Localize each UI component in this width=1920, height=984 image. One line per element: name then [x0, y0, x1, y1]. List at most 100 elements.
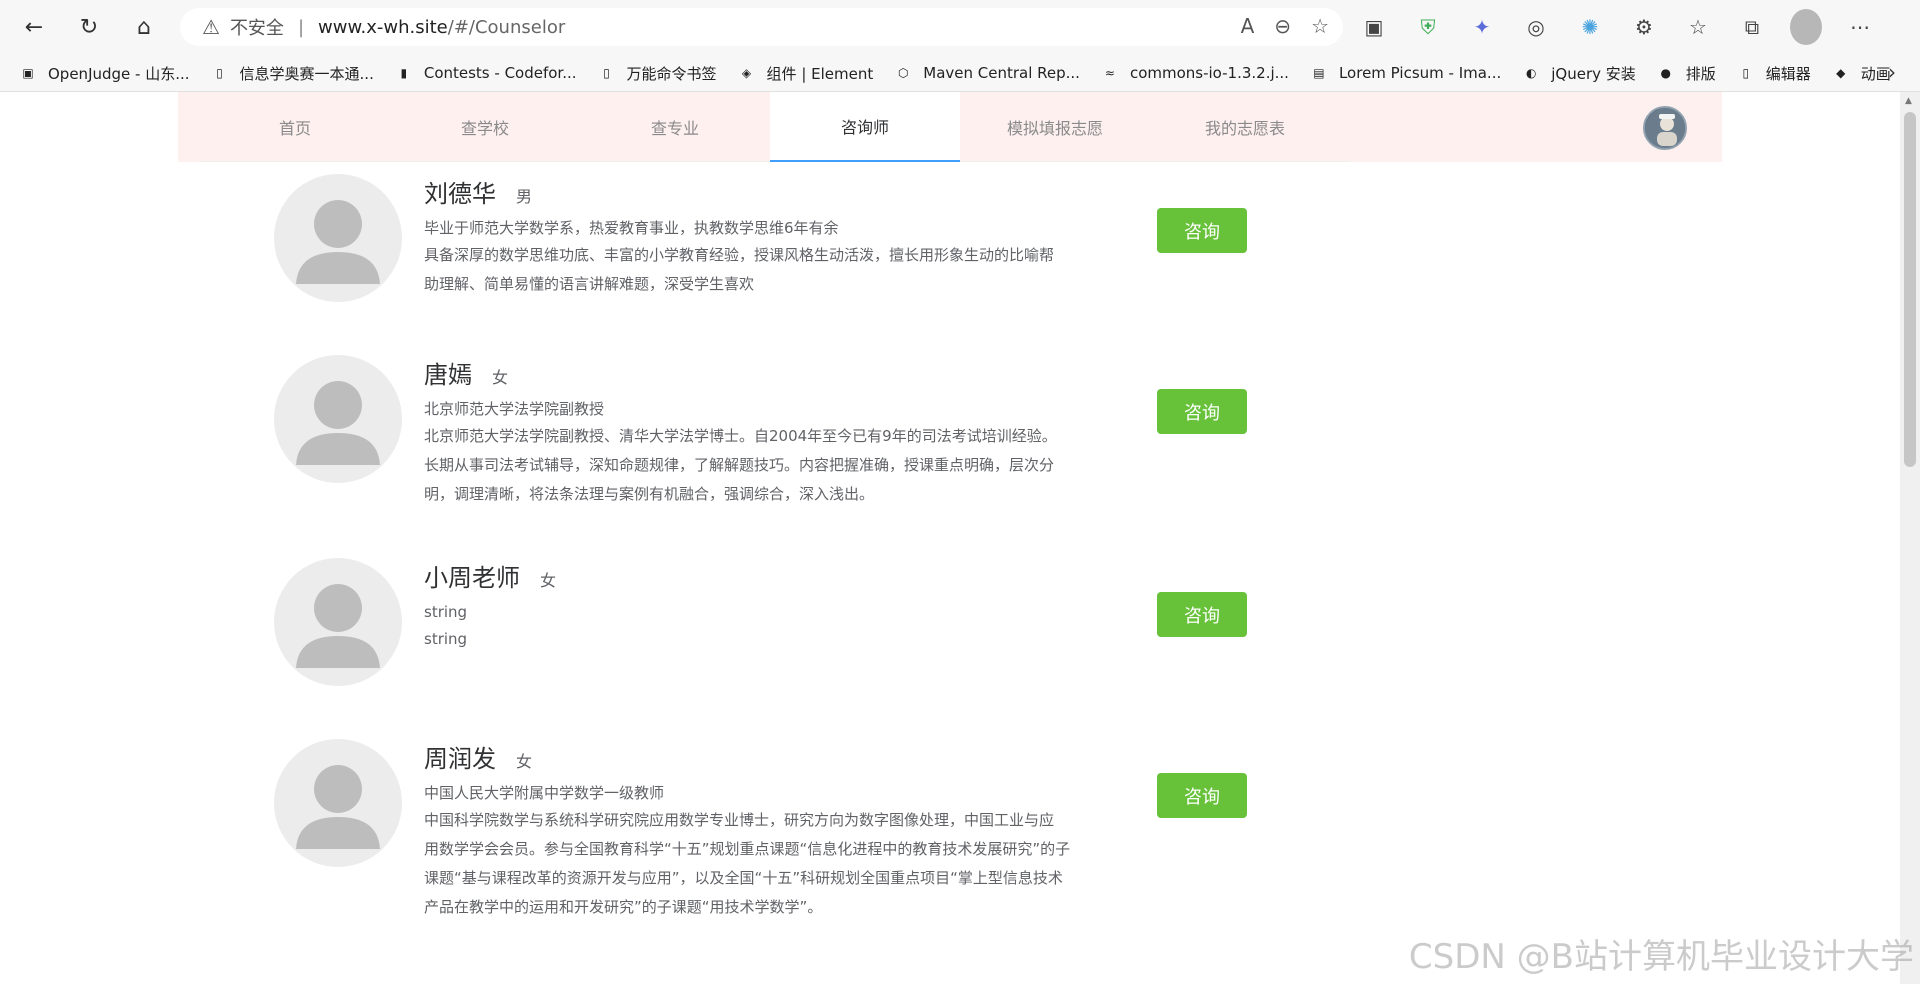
page-icon: ▯: [1742, 66, 1750, 80]
home-icon[interactable]: ⌂: [126, 9, 162, 45]
avatar-placeholder-icon: [274, 174, 402, 302]
extension-icon[interactable]: ✺: [1574, 9, 1606, 45]
chevron-right-icon[interactable]: ›: [1888, 60, 1896, 84]
counselor-description: 北京师范大学法学院副教授、清华大学法学博士。自2004年至今已有9年的司法考试培…: [424, 422, 1104, 509]
name-row: 唐嫣 女: [424, 355, 1104, 390]
nav-menu: 首页 查学校 查专业 咨询师 模拟填报志愿 我的志愿表: [200, 92, 1350, 162]
bookmark-label: Contests - Codefor...: [423, 64, 577, 82]
nav-item-0[interactable]: 首页: [200, 92, 390, 162]
bookmark-item[interactable]: ⬡ Maven Central Rep...: [893, 64, 1080, 82]
browser-toolbar: ← ↻ ⌂ ⚠ 不安全 | www.x-wh.site/#/Counselor …: [0, 0, 1920, 54]
image-icon: ▤: [1313, 66, 1325, 80]
description-line: 用数学学会会员。参与全国教育科学“十五”规划重点课题“信息化进程中的教育技术发展…: [424, 840, 1071, 858]
bookmark-label: 万能命令书签: [626, 64, 717, 83]
url-path: /#/Counselor: [447, 16, 566, 38]
page-icon: ▯: [603, 66, 610, 80]
counselor-gender: 男: [516, 187, 533, 206]
scroll-up-icon[interactable]: ▲: [1905, 96, 1912, 106]
bookmark-item[interactable]: ● 排版: [1656, 63, 1716, 84]
bookmark-label: OpenJudge - 山东...: [48, 64, 190, 83]
puzzle-icon[interactable]: ⚙: [1628, 9, 1660, 45]
bookmark-item[interactable]: ◈ 组件 | Element: [737, 63, 874, 84]
bookmark-label: 组件 | Element: [766, 64, 874, 83]
consult-button[interactable]: 咨询: [1157, 592, 1247, 637]
consult-button[interactable]: 咨询: [1157, 773, 1247, 818]
github-icon: ●: [1660, 66, 1671, 80]
description-line: 产品在教学中的运用和开发研究”的子课题“用技术学数学”。: [424, 898, 823, 916]
back-icon[interactable]: ←: [16, 9, 52, 45]
nav-item-1[interactable]: 查学校: [390, 92, 580, 162]
bookmark-label: 信息学奥赛一本通...: [239, 64, 374, 83]
url-text[interactable]: www.x-wh.site/#/Counselor: [318, 17, 565, 38]
bookmark-label: 编辑器: [1765, 64, 1811, 83]
counselor-title: 毕业于师范大学数学系，热爱教育事业，执教数学思维6年有余: [424, 219, 839, 237]
bookmark-label: 排版: [1685, 64, 1716, 83]
name-row: 刘德华 男: [424, 174, 1104, 209]
description-line: 助理解、简单易懂的语言讲解难题，深受学生喜欢: [424, 275, 755, 293]
description-line: 中国科学院数学与系统科学研究院应用数学专业博士，研究方向为数字图像处理，中国工业…: [424, 811, 1055, 829]
address-actions: A ⊖ ☆: [1241, 14, 1329, 38]
commons-icon: ≈: [1104, 66, 1115, 80]
consult-button[interactable]: 咨询: [1157, 208, 1247, 253]
nav-item-5[interactable]: 我的志愿表: [1150, 92, 1340, 162]
browser-chrome: ← ↻ ⌂ ⚠ 不安全 | www.x-wh.site/#/Counselor …: [0, 0, 1920, 92]
avatar-placeholder-icon: [274, 355, 402, 483]
counselor-description: 具备深厚的数学思维功底、丰富的小学教育经验，授课风格生动活泼，擅长用形象生动的比…: [424, 241, 1104, 299]
insecure-label: 不安全: [229, 18, 284, 39]
bookmark-item[interactable]: ◐ jQuery 安装: [1521, 63, 1636, 84]
nav-item-2[interactable]: 查专业: [580, 92, 770, 162]
animation-icon: ◆: [1836, 66, 1846, 80]
extension-icon[interactable]: ✦: [1466, 9, 1498, 45]
bookmark-item[interactable]: ≈ commons-io-1.3.2.j...: [1100, 64, 1289, 82]
counselor-name: 唐嫣: [424, 361, 472, 389]
bookmark-label: Maven Central Rep...: [923, 64, 1080, 82]
avatar-placeholder-icon: [274, 739, 402, 867]
page-icon: ▯: [216, 66, 223, 80]
bookmark-item[interactable]: ▮ Contests - Codefor...: [394, 64, 577, 82]
extension-icon[interactable]: ▣: [1358, 9, 1390, 45]
name-row: 小周老师 女: [424, 558, 1104, 593]
counselor-gender: 女: [516, 752, 533, 771]
add-favorite-icon[interactable]: ☆: [1311, 14, 1329, 38]
consult-button[interactable]: 咨询: [1157, 389, 1247, 434]
counselor-info: 唐嫣 女北京师范大学法学院副教授北京师范大学法学院副教授、清华大学法学博士。自20…: [424, 355, 1104, 509]
warning-icon: ⚠: [202, 15, 220, 39]
counselor-gender: 女: [492, 368, 509, 387]
counselor-description: string: [424, 625, 1104, 654]
refresh-icon[interactable]: ↻: [71, 9, 107, 45]
poj-icon: ▣: [22, 66, 34, 80]
collections-icon[interactable]: ⧉: [1736, 9, 1768, 45]
counselor-description: 中国科学院数学与系统科学研究院应用数学专业博士，研究方向为数字图像处理，中国工业…: [424, 806, 1104, 922]
address-bar[interactable]: ⚠ 不安全 | www.x-wh.site/#/Counselor A ⊖ ☆: [180, 8, 1343, 46]
nav-item-4[interactable]: 模拟填报志愿: [960, 92, 1150, 162]
codeforces-icon: ▮: [400, 66, 408, 80]
extension-icon[interactable]: ◎: [1520, 9, 1552, 45]
counselor-title: 中国人民大学附属中学数学一级教师: [424, 784, 665, 802]
bookmark-item[interactable]: ▣ OpenJudge - 山东...: [18, 63, 190, 84]
scrollbar-thumb[interactable]: [1904, 112, 1916, 467]
extensions-bar: ▣ ⛨ ✦ ◎ ✺ ⚙ ☆ ⧉ ⋯: [1358, 9, 1876, 45]
more-icon[interactable]: ⋯: [1844, 9, 1876, 45]
favorites-icon[interactable]: ☆: [1682, 9, 1714, 45]
counselor-title: string: [424, 603, 468, 621]
read-aloud-icon[interactable]: A: [1241, 14, 1255, 38]
description-line: 北京师范大学法学院副教授、清华大学法学博士。自2004年至今已有9年的司法考试培…: [424, 427, 1057, 445]
bookmark-item[interactable]: ▯ 信息学奥赛一本通...: [210, 63, 374, 84]
shield-icon[interactable]: ⛨: [1412, 9, 1444, 45]
counselor-info: 刘德华 男毕业于师范大学数学系，热爱教育事业，执教数学思维6年有余具备深厚的数学思…: [424, 174, 1104, 299]
zoom-out-icon[interactable]: ⊖: [1274, 14, 1291, 38]
user-avatar[interactable]: [1643, 106, 1687, 150]
profile-icon[interactable]: [1790, 9, 1822, 45]
maven-icon: ⬡: [898, 66, 909, 80]
scrollbar[interactable]: ▲: [1900, 92, 1920, 984]
jquery-icon: ◐: [1525, 66, 1537, 80]
nav-item-3[interactable]: 咨询师: [770, 92, 960, 162]
top-navigation: 首页 查学校 查专业 咨询师 模拟填报志愿 我的志愿表: [178, 92, 1722, 162]
name-row: 周润发 女: [424, 739, 1104, 774]
counselor-title: 北京师范大学法学院副教授: [424, 400, 605, 418]
bookmark-item[interactable]: ▯ 万能命令书签: [597, 63, 717, 84]
bookmark-item[interactable]: ▯ 编辑器: [1736, 63, 1811, 84]
description-line: 具备深厚的数学思维功底、丰富的小学教育经验，授课风格生动活泼，擅长用形象生动的比…: [424, 246, 1055, 264]
bookmark-item[interactable]: ◆ 动画: [1831, 63, 1891, 84]
bookmark-item[interactable]: ▤ Lorem Picsum - Ima...: [1309, 64, 1501, 82]
